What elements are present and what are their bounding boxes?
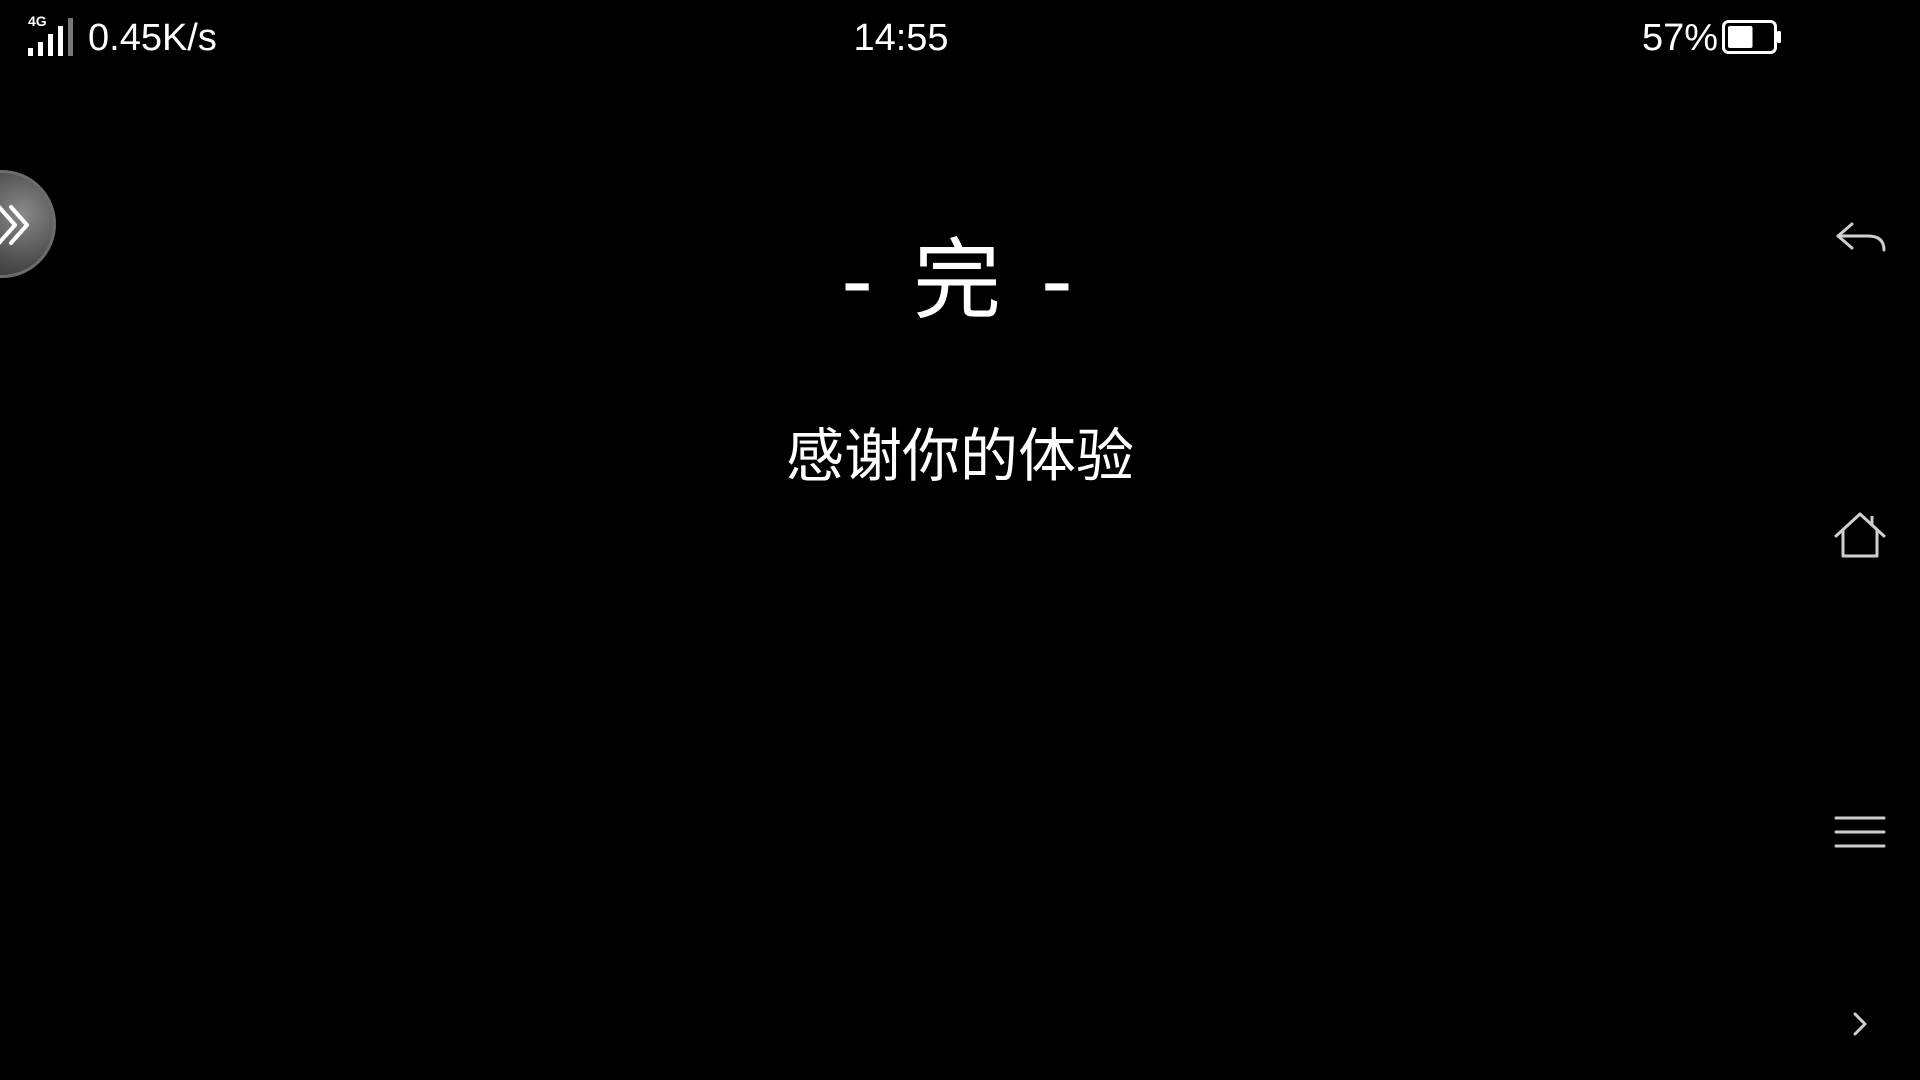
status-clock: 14:55 [853, 17, 949, 59]
battery-fill [1728, 26, 1753, 48]
nav-back-button[interactable] [1830, 210, 1890, 270]
battery-icon [1722, 20, 1781, 54]
back-arrow-icon [1836, 222, 1886, 252]
home-icon [1834, 512, 1886, 558]
nav-menu-button[interactable] [1830, 802, 1890, 862]
nav-expand-button[interactable] [1830, 994, 1890, 1054]
screen: 4G 0.45K/s 14:55 57% - 完 - 感谢你的体验 [0, 0, 1920, 1080]
thanks-message: 感谢你的体验 [785, 422, 1134, 490]
menu-icon [1834, 816, 1886, 848]
nav-home-button[interactable] [1830, 506, 1890, 566]
end-title: - 完 - [841, 229, 1079, 332]
chevron-right-icon [1853, 1012, 1867, 1036]
battery-percent: 57% [1641, 17, 1718, 59]
status-bar: 4G 0.45K/s 14:55 57% [0, 0, 1920, 80]
